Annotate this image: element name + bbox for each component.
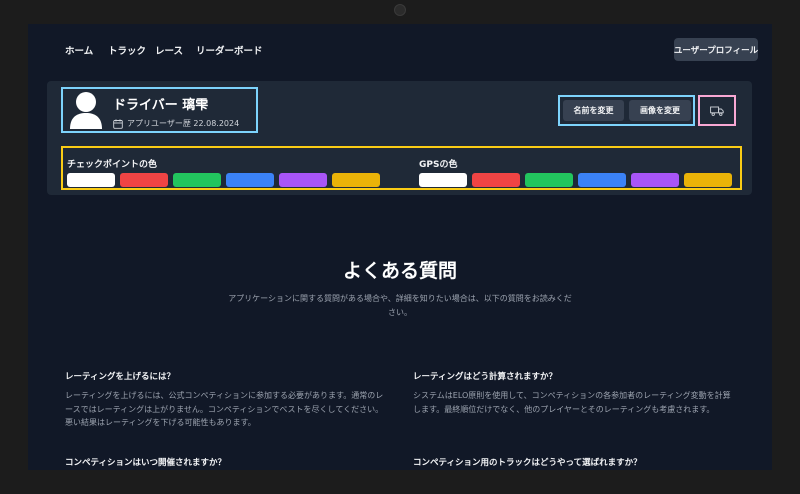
- truck-icon[interactable]: [710, 106, 724, 116]
- checkpoint-color-swatch-6[interactable]: [332, 173, 380, 187]
- nav-leaderboard-link[interactable]: リーダーボード: [196, 43, 263, 57]
- faq-question-track-selection: コンペティション用のトラックはどうやって選ばれますか？: [413, 458, 642, 468]
- nav-races-link[interactable]: レース: [155, 43, 183, 57]
- faq-title: よくある質問: [342, 260, 457, 282]
- gps-color-swatch-3[interactable]: [525, 173, 573, 187]
- user-profile-button[interactable]: ユーザープロフィール: [674, 38, 758, 61]
- faq-question-competition-when: コンペティションはいつ開催されますか？: [65, 458, 226, 468]
- gps-color-swatch-1[interactable]: [419, 173, 467, 187]
- gps-color-label: GPSの色: [419, 160, 458, 170]
- vehicle-highlight: [698, 95, 736, 126]
- rename-button[interactable]: 名前を変更: [563, 100, 624, 121]
- nav-tracks-link[interactable]: トラック: [108, 43, 146, 57]
- gps-color-swatch-5[interactable]: [631, 173, 679, 187]
- faq-question-raise-rating: レーティングを上げるには？: [65, 372, 175, 382]
- gps-color-swatch-2[interactable]: [472, 173, 520, 187]
- device-bezel: ホーム トラック レース リーダーボード ユーザープロフィール ドライバー 璃雫…: [0, 0, 800, 494]
- faq-subtitle: アプリケーションに関する質問がある場合や、詳細を知りたい場合は、以下の質問をお読…: [228, 294, 572, 317]
- app-screen: ホーム トラック レース リーダーボード ユーザープロフィール ドライバー 璃雫…: [28, 24, 772, 470]
- checkpoint-color-label: チェックポイントの色: [67, 160, 158, 170]
- nav-home-link[interactable]: ホーム: [65, 43, 93, 57]
- gps-color-swatch-4[interactable]: [578, 173, 626, 187]
- camera-dot: [394, 4, 406, 16]
- checkpoint-color-swatch-5[interactable]: [279, 173, 327, 187]
- checkpoint-color-swatch-3[interactable]: [173, 173, 221, 187]
- checkpoint-color-swatch-2[interactable]: [120, 173, 168, 187]
- top-nav: ホーム トラック レース リーダーボード ユーザープロフィール: [28, 24, 772, 74]
- user-since-text: アプリユーザー歴 22.08.2024: [127, 119, 240, 128]
- user-since: アプリユーザー歴 22.08.2024: [113, 118, 239, 129]
- change-image-button[interactable]: 画像を変更: [629, 100, 691, 121]
- faq-question-rating-calc: レーティングはどう計算されますか？: [413, 372, 557, 382]
- driver-name: ドライバー 璃雫: [113, 98, 209, 113]
- faq-answer-rating-calc: システムはELO原則を使用して、コンペティションの各参加者のレーティング変動を計…: [413, 391, 731, 414]
- gps-color-swatch-6[interactable]: [684, 173, 732, 187]
- checkpoint-color-swatch-4[interactable]: [226, 173, 274, 187]
- faq-answer-raise-rating: レーティングを上げるには、公式コンペティションに参加する必要があります。通常のレ…: [65, 391, 384, 427]
- calendar-icon: [113, 118, 123, 129]
- checkpoint-color-swatch-1[interactable]: [67, 173, 115, 187]
- avatar-icon: [70, 92, 102, 129]
